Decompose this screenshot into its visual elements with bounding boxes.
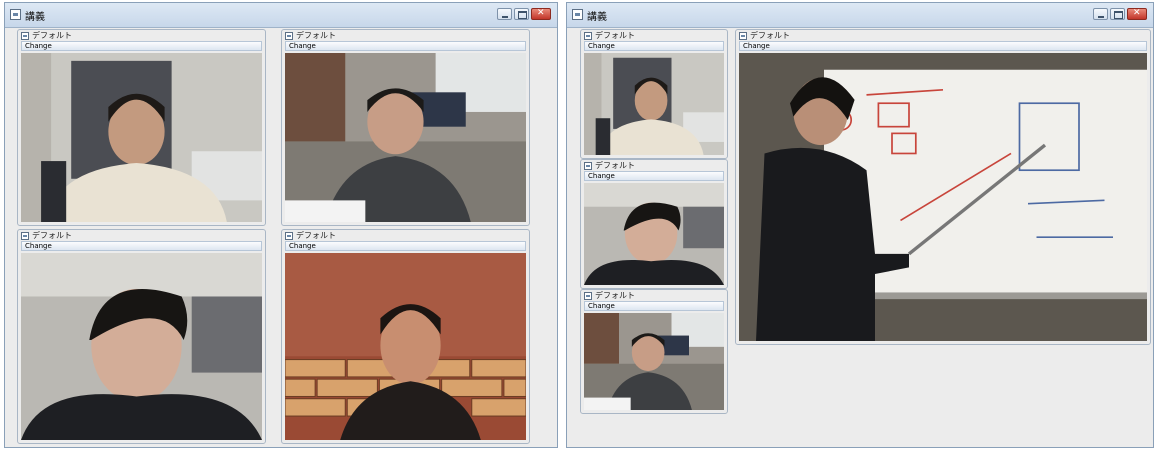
change-button[interactable]: Change xyxy=(584,171,724,181)
panel-icon xyxy=(21,32,29,40)
change-button-label: Change xyxy=(588,42,615,50)
video-panel: デフォルト Change xyxy=(17,229,266,444)
app-icon xyxy=(572,9,583,20)
lecture-window-presenter: 講義 デフォルト Change デフォルト Change デフォルト Chang… xyxy=(566,2,1154,448)
video-feed xyxy=(285,53,526,222)
panel-title: デフォルト xyxy=(750,31,790,40)
window-titlebar[interactable]: 講義 xyxy=(5,3,557,28)
panel-title: デフォルト xyxy=(296,231,336,240)
panel-title: デフォルト xyxy=(595,291,635,300)
panel-title: デフォルト xyxy=(296,31,336,40)
video-feed xyxy=(584,183,724,285)
change-button-label: Change xyxy=(743,42,770,50)
video-feed xyxy=(739,53,1147,341)
video-feed xyxy=(584,53,724,155)
thumbnail-panel: デフォルト Change xyxy=(580,29,728,159)
panel-icon xyxy=(21,232,29,240)
change-button[interactable]: Change xyxy=(285,241,526,251)
minimize-button[interactable] xyxy=(1093,8,1108,20)
lecture-window-grid: 講義 デフォルト Change デフォルト Change デフォルト Chang… xyxy=(4,2,558,448)
panel-icon xyxy=(584,32,592,40)
change-button[interactable]: Change xyxy=(739,41,1147,51)
video-panel: デフォルト Change xyxy=(17,29,266,226)
panel-title: デフォルト xyxy=(595,161,635,170)
app-icon xyxy=(10,9,21,20)
video-feed xyxy=(21,53,262,222)
window-title: 講義 xyxy=(587,12,607,23)
panel-title: デフォルト xyxy=(32,31,72,40)
change-button[interactable]: Change xyxy=(21,241,262,251)
video-panel: デフォルト Change xyxy=(281,29,530,226)
panel-icon xyxy=(584,162,592,170)
panel-icon xyxy=(285,232,293,240)
panel-title: デフォルト xyxy=(32,231,72,240)
maximize-button[interactable] xyxy=(514,8,529,20)
change-button-label: Change xyxy=(289,42,316,50)
window-title: 講義 xyxy=(25,12,45,23)
close-button[interactable] xyxy=(1127,8,1147,20)
change-button-label: Change xyxy=(588,172,615,180)
panel-icon xyxy=(285,32,293,40)
minimize-button[interactable] xyxy=(497,8,512,20)
change-button[interactable]: Change xyxy=(285,41,526,51)
change-button[interactable]: Change xyxy=(584,301,724,311)
panel-icon xyxy=(584,292,592,300)
video-feed xyxy=(21,253,262,440)
video-feed xyxy=(584,313,724,410)
video-feed xyxy=(285,253,526,440)
thumbnail-panel: デフォルト Change xyxy=(580,289,728,414)
main-video-panel: デフォルト Change xyxy=(735,29,1151,345)
panel-icon xyxy=(739,32,747,40)
change-button-label: Change xyxy=(289,242,316,250)
change-button-label: Change xyxy=(25,242,52,250)
thumbnail-panel: デフォルト Change xyxy=(580,159,728,289)
change-button[interactable]: Change xyxy=(584,41,724,51)
window-titlebar[interactable]: 講義 xyxy=(567,3,1153,28)
maximize-button[interactable] xyxy=(1110,8,1125,20)
close-button[interactable] xyxy=(531,8,551,20)
change-button[interactable]: Change xyxy=(21,41,262,51)
change-button-label: Change xyxy=(25,42,52,50)
video-panel: デフォルト Change xyxy=(281,229,530,444)
change-button-label: Change xyxy=(588,302,615,310)
panel-title: デフォルト xyxy=(595,31,635,40)
